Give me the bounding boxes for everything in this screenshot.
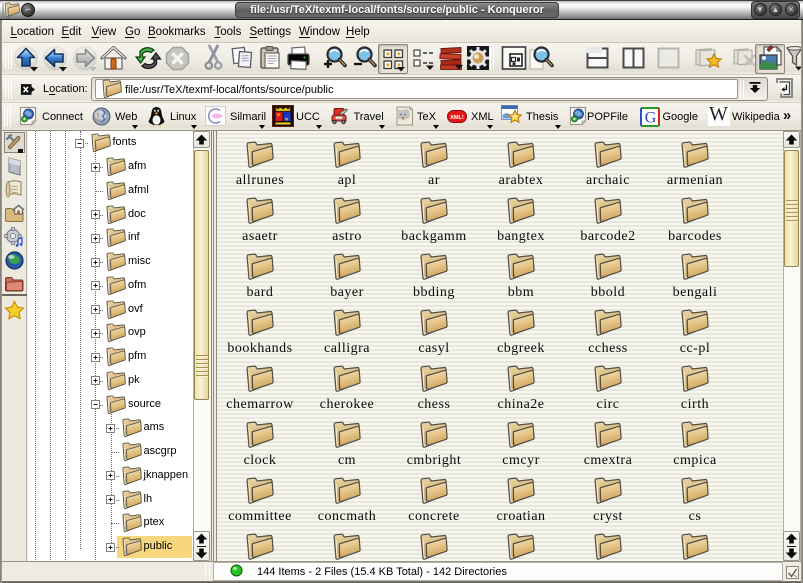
svg-text:XML!: XML! bbox=[450, 115, 464, 121]
svg-text:G: G bbox=[644, 110, 656, 127]
